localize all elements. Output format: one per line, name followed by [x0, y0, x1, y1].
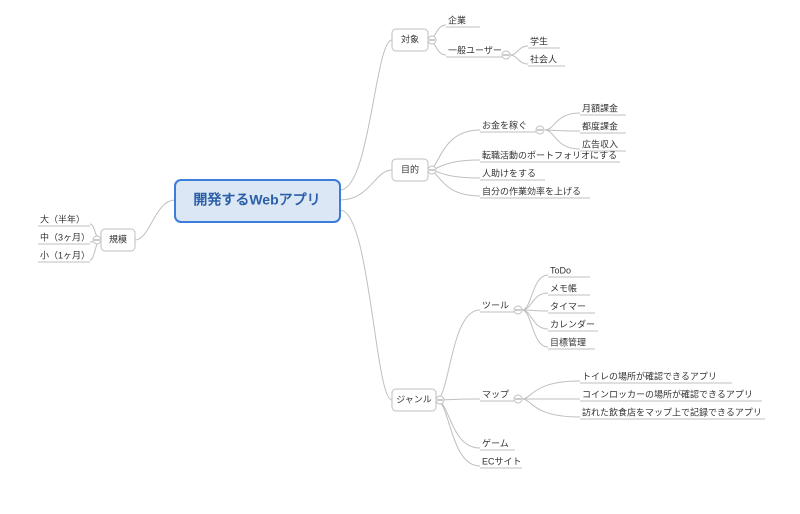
leaf-adult[interactable]: 社会人 — [530, 53, 557, 64]
leaf-help[interactable]: 人助けをする — [482, 167, 536, 178]
leaf-scale-small[interactable]: 小（1ヶ月） — [40, 250, 90, 260]
leaf-portfolio[interactable]: 転職活動のポートフォリオにする — [482, 149, 617, 160]
leaf-tool[interactable]: ツール — [482, 300, 509, 310]
leaf-map[interactable]: マップ — [482, 389, 509, 399]
node-scale-label: 規模 — [109, 234, 127, 244]
node-target-label: 対象 — [401, 33, 419, 44]
leaf-money[interactable]: お金を稼ぐ — [482, 119, 527, 130]
leaf-monthly[interactable]: 月額課金 — [582, 102, 618, 113]
leaf-locker[interactable]: コインロッカーの場所が確認できるアプリ — [582, 388, 753, 399]
leaf-efficiency[interactable]: 自分の作業効率を上げる — [482, 185, 581, 196]
leaf-timer[interactable]: タイマー — [550, 301, 586, 311]
leaf-calendar[interactable]: カレンダー — [550, 318, 595, 329]
leaf-student[interactable]: 学生 — [530, 35, 548, 46]
node-purpose-label: 目的 — [401, 163, 419, 174]
leaf-ads[interactable]: 広告収入 — [582, 138, 618, 149]
leaf-todo[interactable]: ToDo — [550, 265, 571, 275]
mindmap-canvas[interactable]: 開発するWebアプリ 規模 大（半年） 中（3ヶ月） 小（1ヶ月） 対象 企業 … — [0, 0, 800, 514]
leaf-ec[interactable]: ECサイト — [482, 456, 522, 466]
leaf-memo[interactable]: メモ帳 — [550, 282, 577, 293]
leaf-goal[interactable]: 目標管理 — [550, 336, 586, 347]
leaf-restaurant[interactable]: 訪れた飲食店をマップ上で記録できるアプリ — [582, 406, 762, 417]
leaf-toilet[interactable]: トイレの場所が確認できるアプリ — [582, 370, 717, 381]
leaf-perpay[interactable]: 都度課金 — [582, 120, 618, 131]
leaf-scale-large[interactable]: 大（半年） — [40, 213, 85, 224]
leaf-scale-mid[interactable]: 中（3ヶ月） — [40, 231, 90, 242]
root-label: 開発するWebアプリ — [193, 192, 320, 208]
leaf-game[interactable]: ゲーム — [482, 437, 509, 448]
leaf-target-general[interactable]: 一般ユーザー — [448, 44, 502, 55]
leaf-target-corp[interactable]: 企業 — [448, 14, 466, 25]
node-genre-label: ジャンル — [396, 394, 432, 404]
